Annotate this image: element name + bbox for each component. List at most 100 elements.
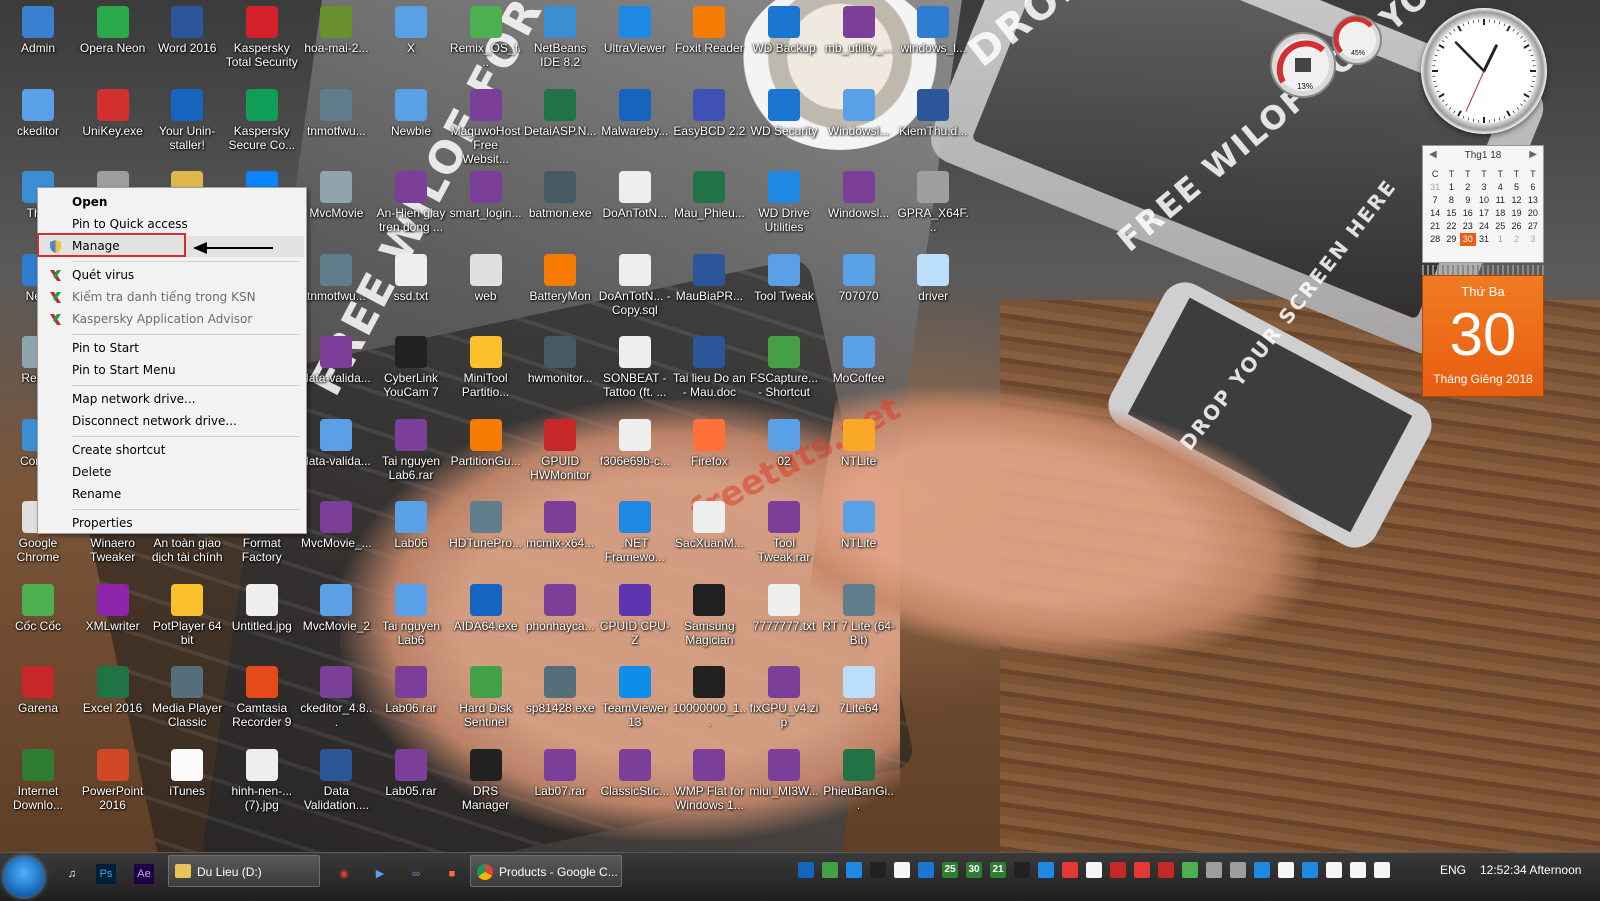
calendar-day[interactable]: 14: [1427, 207, 1443, 220]
desktop-icon[interactable]: sp81428.exe: [523, 666, 597, 715]
menu-item-disconnect-network-drive[interactable]: Disconnect network drive...: [40, 411, 304, 432]
desktop-icon[interactable]: windows_l...: [896, 6, 970, 55]
desktop-icon[interactable]: MvcMovie: [299, 171, 373, 220]
calendar-day[interactable]: 25: [1492, 220, 1508, 233]
calendar-day[interactable]: 21: [1427, 220, 1443, 233]
tray-icon[interactable]: [1206, 862, 1222, 878]
desktop-icon[interactable]: 7777777.txt: [747, 584, 821, 633]
desktop-icon[interactable]: fixCPU_v4.zip: [747, 666, 821, 729]
menu-item-pin-to-start-menu[interactable]: Pin to Start Menu: [40, 360, 304, 381]
desktop-icon[interactable]: WD Backup: [747, 6, 821, 55]
desktop-icon[interactable]: Garena: [1, 666, 75, 715]
tray-icon[interactable]: [1086, 862, 1102, 878]
menu-item-kaspersky-application-advisor[interactable]: Kaspersky Application Advisor: [40, 309, 304, 330]
desktop-icon[interactable]: 10000000_1...: [672, 666, 746, 729]
desktop-icon[interactable]: WMP Flat for Windows 1...: [672, 749, 746, 812]
desktop-icon[interactable]: DRS Manager: [449, 749, 523, 812]
desktop-icon[interactable]: phonhayca...: [523, 584, 597, 633]
desktop-icon[interactable]: batmon.exe: [523, 171, 597, 220]
tray-icon[interactable]: [1302, 862, 1318, 878]
desktop-icon[interactable]: Samsung Magician: [672, 584, 746, 647]
tray-icon[interactable]: 21: [990, 862, 1006, 878]
calendar-day[interactable]: 16: [1460, 207, 1476, 220]
calendar-day[interactable]: 4: [1492, 181, 1508, 194]
tray-icon[interactable]: [1374, 862, 1390, 878]
desktop-icon[interactable]: TeamViewer 13: [598, 666, 672, 729]
calendar-day[interactable]: 19: [1508, 207, 1524, 220]
desktop-icon[interactable]: web: [449, 254, 523, 303]
tray-icon[interactable]: [1254, 862, 1270, 878]
desktop-icon[interactable]: EasyBCD 2.2: [672, 89, 746, 138]
calendar-day[interactable]: 18: [1492, 207, 1508, 220]
desktop-icon[interactable]: hinh-nen-... (7).jpg: [225, 749, 299, 812]
desktop-icon[interactable]: Lab06: [374, 501, 448, 550]
desktop-icon[interactable]: smart_login...: [449, 171, 523, 220]
calendar-day[interactable]: 8: [1443, 194, 1459, 207]
itunes-icon[interactable]: ♫: [58, 859, 86, 889]
desktop-icon[interactable]: miui_MI3W...: [747, 749, 821, 798]
desktop-icon[interactable]: PartitionGu...: [449, 419, 523, 468]
desktop-icon[interactable]: DetaiASP.N...: [523, 89, 597, 138]
calendar-day[interactable]: 6: [1525, 181, 1541, 194]
start-button[interactable]: [4, 857, 44, 897]
calendar-day[interactable]: 3: [1525, 233, 1541, 246]
tray-icon[interactable]: [1014, 862, 1030, 878]
calendar-day[interactable]: 13: [1525, 194, 1541, 207]
cpu-meter-gadget[interactable]: 13% 45%: [1265, 10, 1385, 100]
desktop-icon[interactable]: Remix_OS_f...: [449, 6, 523, 69]
tray-icon[interactable]: 25: [942, 862, 958, 878]
calendar-day[interactable]: 5: [1508, 181, 1524, 194]
desktop-icon[interactable]: Kaspersky Secure Co...: [225, 89, 299, 152]
desktop-icon[interactable]: GPRA_X64F...: [896, 171, 970, 234]
desktop-icon[interactable]: Tai nguyen Lab6: [374, 584, 448, 647]
desktop-icon[interactable]: data-valida...: [299, 336, 373, 385]
calendar-day[interactable]: 24: [1476, 220, 1492, 233]
tray-icon[interactable]: [1110, 862, 1126, 878]
desktop-icon[interactable]: GPUID HWMonitor: [523, 419, 597, 482]
calendar-day[interactable]: 23: [1460, 220, 1476, 233]
desktop-icon[interactable]: PhieuBanGi...: [822, 749, 896, 812]
desktop-icon[interactable]: ckeditor: [1, 89, 75, 138]
calendar-day[interactable]: 1: [1492, 233, 1508, 246]
menu-item-ki-m-tra-danh-ti-ng-trong-ksn[interactable]: Kiểm tra danh tiếng trong KSN: [40, 287, 304, 308]
desktop-icon[interactable]: Admin: [1, 6, 75, 55]
desktop-icon[interactable]: SacXuanM...: [672, 501, 746, 550]
menu-item-rename[interactable]: Rename: [40, 484, 304, 505]
desktop-icon[interactable]: NetBeans IDE 8.2: [523, 6, 597, 69]
desktop-icon[interactable]: ClassicStic...: [598, 749, 672, 798]
desktop-icon[interactable]: DoAnTotN... - Copy.sql: [598, 254, 672, 317]
calendar-gadget[interactable]: ◀ Thg1 18 ▶ CTTTTTT311234567891011121314…: [1422, 145, 1544, 397]
tray-icon[interactable]: [870, 862, 886, 878]
desktop-icon[interactable]: Hard Disk Sentinel: [449, 666, 523, 729]
calendar-day[interactable]: 20: [1525, 207, 1541, 220]
tray-icon[interactable]: [1038, 862, 1054, 878]
desktop-icon[interactable]: DoAnTotN...: [598, 171, 672, 220]
desktop-icon[interactable]: SONBEAT - Tattoo (ft. ...: [598, 336, 672, 399]
desktop-icon[interactable]: MvcMovie_2: [299, 584, 373, 633]
calendar-day[interactable]: 28: [1427, 233, 1443, 246]
desktop-icon[interactable]: HDTunePro...: [449, 501, 523, 550]
desktop-icon[interactable]: hwmonitor...: [523, 336, 597, 385]
desktop-icon[interactable]: data-valida...: [299, 419, 373, 468]
visual-studio-icon[interactable]: ∞: [402, 859, 430, 889]
tray-icon[interactable]: [1158, 862, 1174, 878]
calendar-day[interactable]: 2: [1508, 233, 1524, 246]
after-effects-icon[interactable]: Ae: [134, 864, 154, 884]
desktop-icon[interactable]: 7Lite64: [822, 666, 896, 715]
calendar-day[interactable]: 2: [1460, 181, 1476, 194]
desktop-icon[interactable]: Tai nguyen Lab6.rar: [374, 419, 448, 482]
desktop-icon[interactable]: PotPlayer 64 bit: [150, 584, 224, 647]
media-player-icon[interactable]: ▶: [366, 859, 394, 889]
desktop-icon[interactable]: Excel 2016: [76, 666, 150, 715]
photoshop-icon[interactable]: Ps: [96, 864, 116, 884]
desktop-icon[interactable]: Tool Tweak.rar: [747, 501, 821, 564]
camtasia-icon[interactable]: ■: [438, 859, 466, 889]
desktop-icon[interactable]: Cốc Cốc: [1, 584, 75, 633]
menu-item-delete[interactable]: Delete: [40, 462, 304, 483]
system-clock[interactable]: 12:52:34 Afternoon: [1480, 863, 1581, 877]
language-indicator[interactable]: ENG: [1440, 863, 1466, 877]
desktop-icon[interactable]: CyberLink YouCam 7: [374, 336, 448, 399]
desktop-icon[interactable]: CPUID CPU-Z: [598, 584, 672, 647]
calendar-day[interactable]: 12: [1508, 194, 1524, 207]
calendar-day[interactable]: 1: [1443, 181, 1459, 194]
